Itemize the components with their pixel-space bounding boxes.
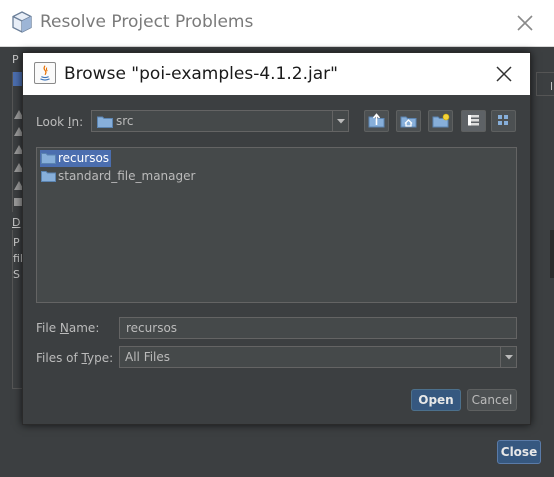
folder-icon [97, 116, 113, 128]
files-of-type-value: All Files [125, 350, 171, 364]
files-of-type-combo[interactable]: All Files [119, 346, 517, 368]
background-section-label: P [12, 53, 19, 66]
java-icon [34, 62, 56, 84]
file-name-value: recursos [126, 321, 178, 335]
warning-icon [14, 198, 22, 206]
details-view-icon [498, 115, 508, 125]
look-in-label: Look In: [36, 115, 84, 129]
close-button[interactable]: Close [497, 440, 541, 464]
background-description-text: S [13, 268, 20, 281]
file-name: standard_file_manager [58, 169, 196, 183]
home-icon [400, 116, 417, 128]
list-view-icon [468, 115, 479, 126]
cancel-button[interactable]: Cancel [467, 389, 517, 411]
new-folder-icon [432, 113, 450, 128]
look-in-value: src [116, 114, 134, 128]
look-in-dropdown-arrow[interactable] [332, 111, 349, 131]
file-name: recursos [58, 151, 110, 165]
background-fragment: l [550, 80, 554, 93]
background-description-text: P [13, 236, 20, 249]
list-item[interactable]: recursos [40, 150, 111, 167]
new-folder-button[interactable] [428, 110, 453, 132]
list-item[interactable]: standard_file_manager [40, 168, 210, 185]
files-of-type-label: Files of Type: [36, 351, 114, 365]
files-of-type-dropdown-arrow[interactable] [500, 347, 517, 367]
browse-dialog: Browse "poi-examples-4.1.2.jar" Look In:… [22, 52, 531, 425]
app-cube-icon [12, 11, 32, 33]
details-view-button[interactable] [491, 110, 516, 132]
folder-icon [41, 153, 56, 164]
background-panel-edge [550, 230, 554, 278]
look-in-combo[interactable]: src [91, 110, 349, 132]
home-button[interactable] [396, 110, 421, 132]
chevron-down-icon [337, 119, 345, 124]
file-name-input[interactable]: recursos [119, 317, 517, 339]
open-button[interactable]: Open [411, 389, 461, 411]
file-name-label: File Name: [36, 321, 100, 335]
folder-icon [41, 171, 56, 182]
up-one-level-icon [368, 113, 385, 128]
chevron-down-icon [505, 355, 513, 360]
up-one-level-button[interactable] [364, 110, 389, 132]
close-icon[interactable] [493, 63, 515, 85]
background-description-label: D [12, 216, 21, 229]
file-list[interactable]: recursos standard_file_manager [36, 147, 517, 303]
background-dialog-title: Resolve Project Problems [40, 12, 254, 32]
list-view-button[interactable] [461, 110, 486, 132]
close-icon[interactable] [512, 10, 538, 36]
browse-dialog-title: Browse "poi-examples-4.1.2.jar" [64, 64, 338, 84]
